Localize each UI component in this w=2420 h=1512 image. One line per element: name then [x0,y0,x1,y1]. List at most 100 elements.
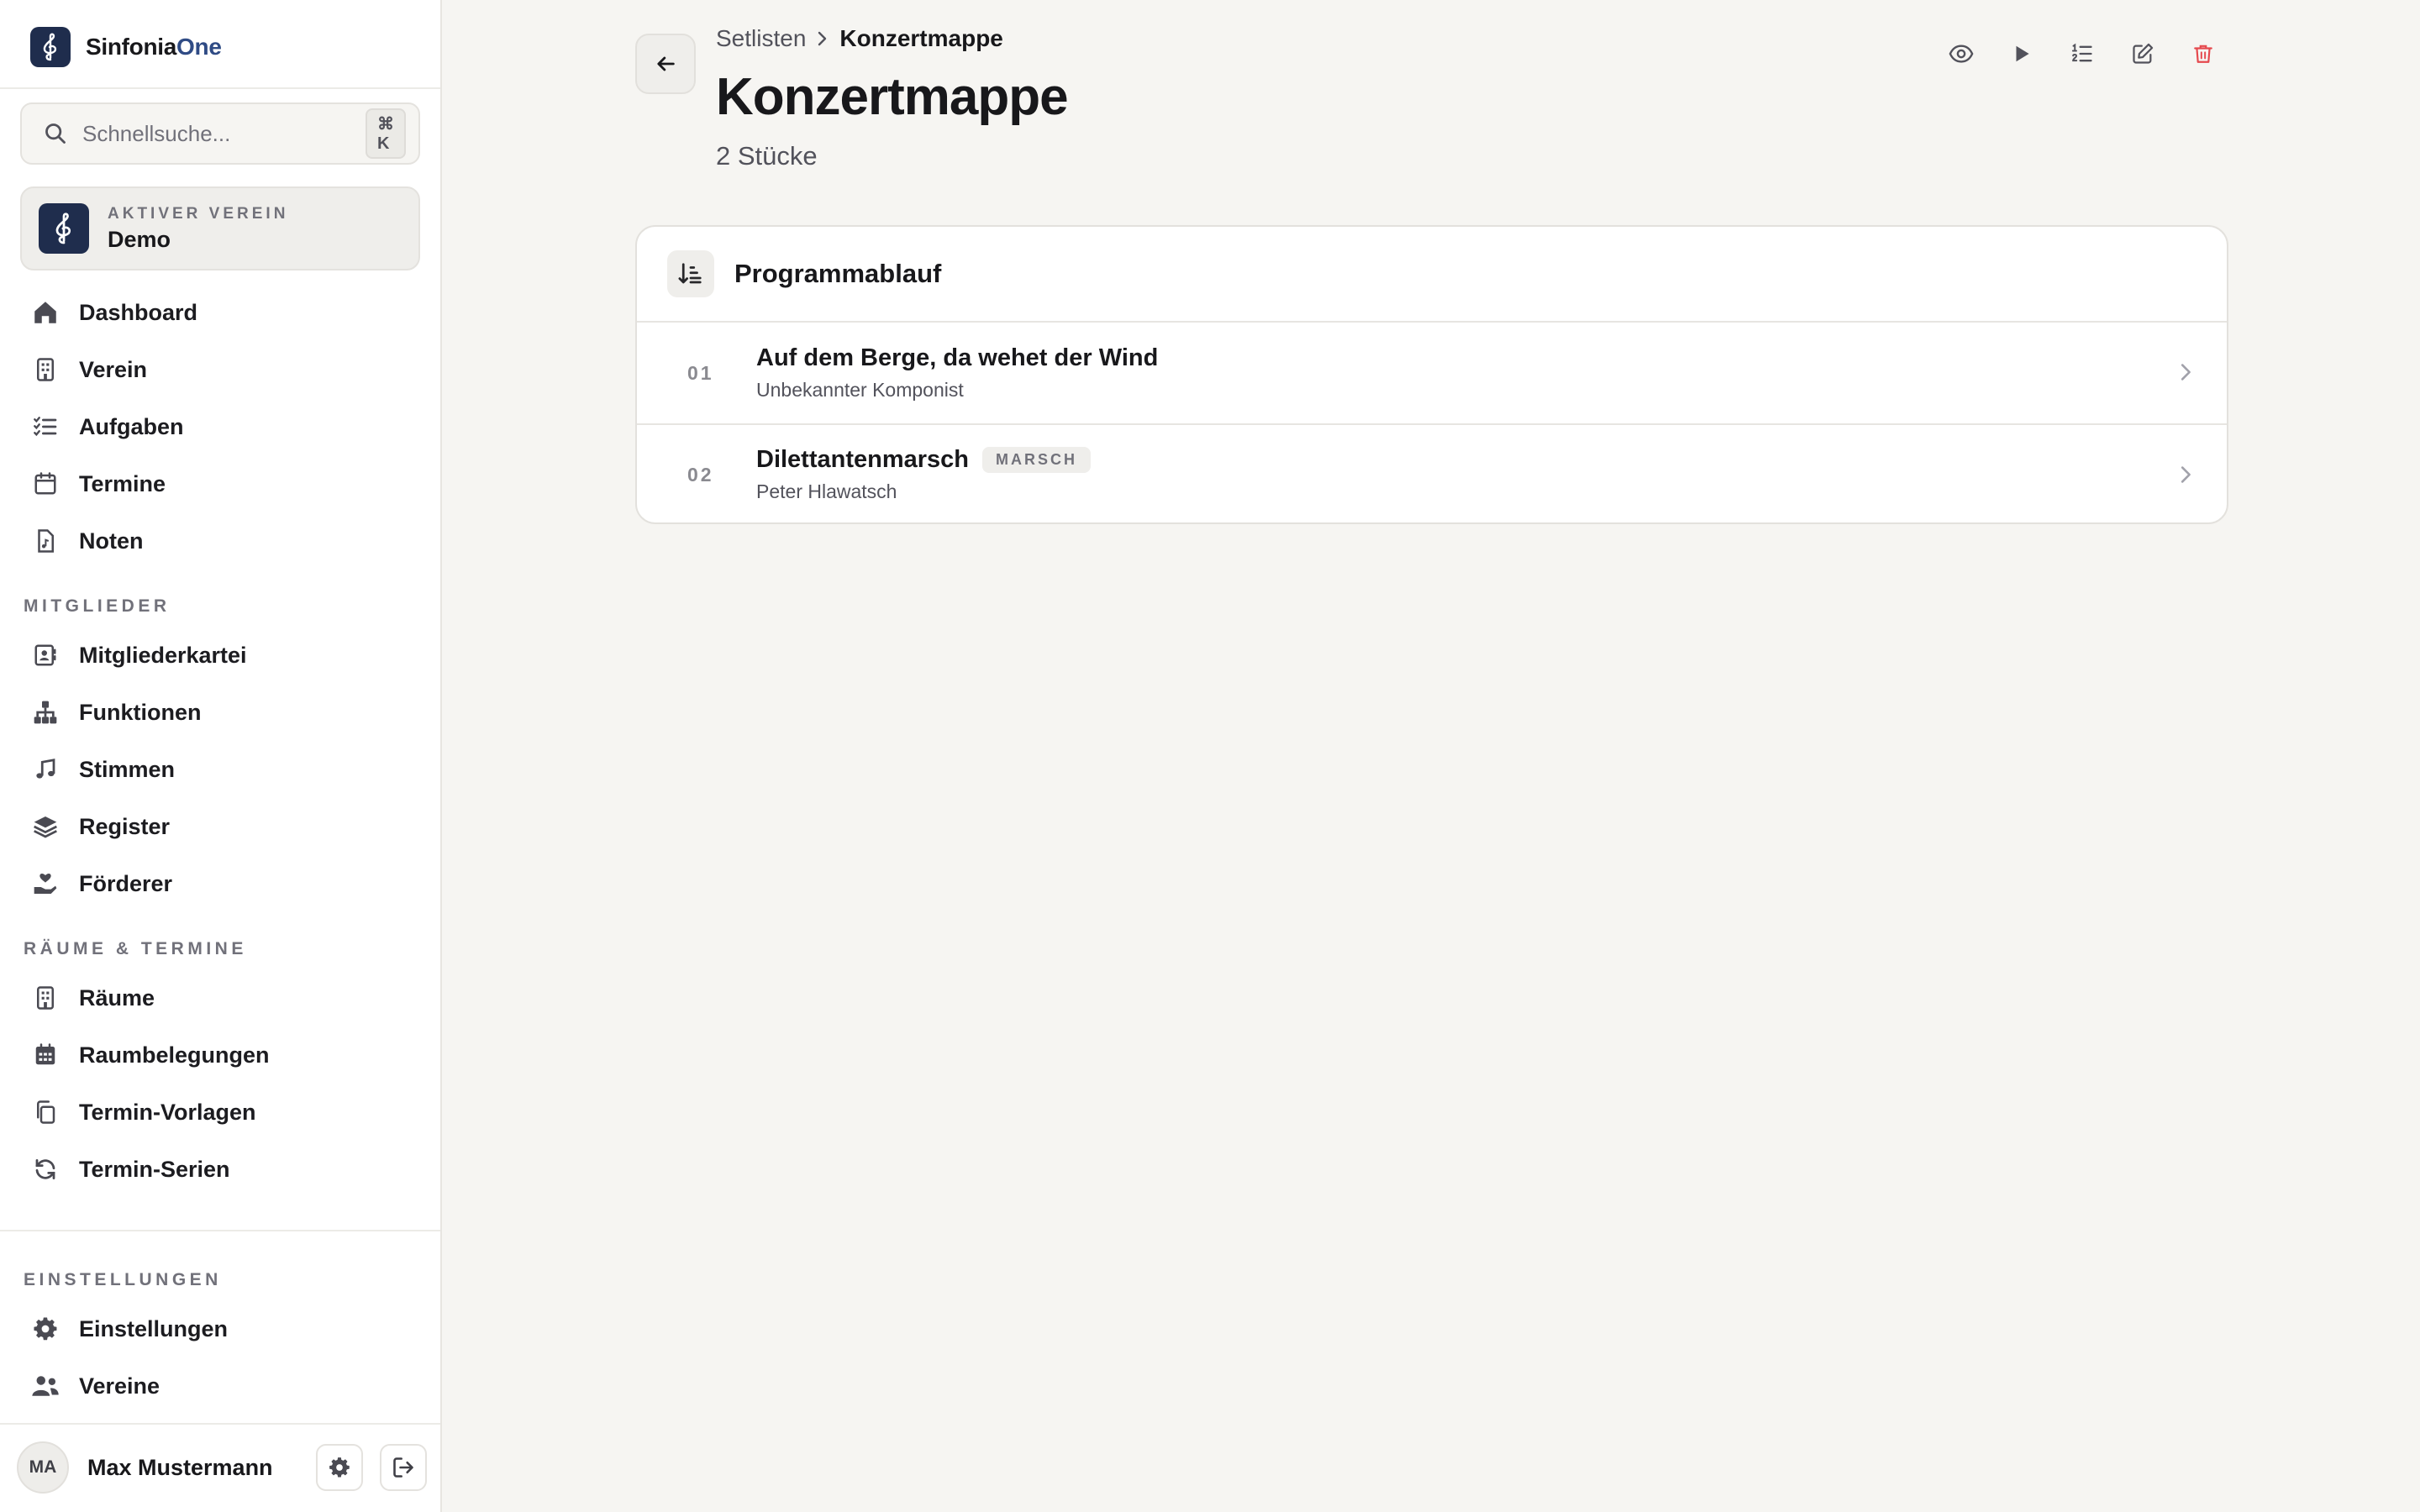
sidebar-item-raumbelegungen[interactable]: Raumbelegungen [30,1032,425,1079]
avatar[interactable]: MA [17,1441,69,1494]
brand[interactable]: SinfoniaOne [30,25,222,69]
piece-title: Dilettantenmarsch [756,446,970,473]
sidebar-item-foerderer[interactable]: Förderer [30,860,425,907]
active-club-switcher[interactable]: Aktiver Verein Demo [20,186,420,270]
brand-name: SinfoniaOne [86,34,222,60]
breadcrumb-link-setlisten[interactable]: Setlisten [716,25,806,52]
quick-search[interactable]: ⌘ K [20,102,420,165]
list-item[interactable]: 02 Dilettantenmarsch MARSCH Peter Hlawat… [637,423,2227,522]
section-label-settings: Einstellungen [24,1270,222,1289]
chevron-right-icon [2176,360,2196,385]
sidebar-item-label: Verein [79,356,148,382]
edit-button[interactable] [2121,37,2165,71]
sidebar-item-label: Mitgliederkartei [79,642,247,668]
numbered-list-icon [2070,42,2094,66]
chevron-right-icon [814,29,831,49]
sidebar-item-label: Termine [79,470,166,496]
hierarchy-icon [30,697,60,727]
hand-heart-icon [30,869,60,899]
sidebar: SinfoniaOne ⌘ K Aktiver Verein Demo Dash… [0,0,442,1512]
checklist-icon [30,412,60,442]
delete-button[interactable] [2181,37,2225,71]
sidebar-item-termine[interactable]: Termine [30,460,425,507]
brand-name-primary: Sinfonia [86,34,177,60]
building-icon [30,354,60,385]
sidebar-item-raeume[interactable]: Räume [30,974,425,1021]
club-kicker: Aktiver Verein [108,204,289,223]
sidebar-item-funktionen[interactable]: Funktionen [30,689,425,736]
sidebar-item-label: Dashboard [79,299,198,325]
piece-number: 01 [687,361,714,384]
genre-badge: MARSCH [982,447,1092,473]
chevron-right-icon [2176,462,2196,487]
sidebar-item-label: Förderer [79,870,173,896]
piece-title: Auf dem Berge, da wehet der Wind [756,344,1159,371]
preview-button[interactable] [1939,37,1983,71]
piece-count: 2 Stücke [716,141,818,171]
copy-icon [30,1097,60,1127]
piece-composer: Peter Hlawatsch [756,480,897,502]
list-item[interactable]: 01 Auf dem Berge, da wehet der Wind Unbe… [637,323,2227,423]
refresh-icon [30,1154,60,1184]
sheet-music-icon [30,526,60,556]
sidebar-item-mitgliederkartei[interactable]: Mitgliederkartei [30,632,425,679]
divider [0,1230,440,1231]
sidebar-item-label: Noten [79,528,144,554]
play-button[interactable] [2000,37,2044,71]
program-card-header: Programmablauf [637,227,2227,323]
arrow-left-icon [654,52,677,76]
eye-icon [1949,41,1974,66]
sidebar-item-termin-vorlagen[interactable]: Termin-Vorlagen [30,1089,425,1136]
sidebar-item-termin-serien[interactable]: Termin-Serien [30,1146,425,1193]
numbered-list-button[interactable] [2060,37,2104,71]
contact-card-icon [30,640,60,670]
sidebar-item-label: Funktionen [79,699,202,725]
toolbar [1939,37,2242,71]
logout-button[interactable] [380,1444,427,1491]
section-label-rooms: Räume & Termine [24,939,247,958]
search-icon [44,122,67,145]
back-button[interactable] [635,34,696,94]
sidebar-item-dashboard[interactable]: Dashboard [30,289,425,336]
sidebar-item-label: Raumbelegungen [79,1042,270,1068]
user-row: MA Max Mustermann [17,1441,427,1494]
sidebar-item-verein[interactable]: Verein [30,346,425,393]
sidebar-item-aufgaben[interactable]: Aufgaben [30,403,425,450]
sidebar-item-noten[interactable]: Noten [30,517,425,564]
divider [0,1423,440,1425]
program-card-title: Programmablauf [734,259,942,288]
sidebar-item-register[interactable]: Register [30,803,425,850]
sort-order-icon [667,250,714,297]
sidebar-item-stimmen[interactable]: Stimmen [30,746,425,793]
brand-name-accent: One [176,34,222,60]
section-label-members: Mitglieder [24,596,171,616]
sidebar-item-label: Stimmen [79,756,176,782]
sidebar-item-vereine[interactable]: Vereine [30,1362,425,1410]
trash-icon [2192,42,2214,66]
sidebar-item-label: Termin-Vorlagen [79,1099,256,1125]
sidebar-item-label: Räume [79,984,155,1011]
gear-icon [30,1314,60,1344]
play-icon [2011,43,2033,65]
sidebar-item-label: Register [79,813,171,839]
breadcrumb: Setlisten Konzertmappe [716,25,1003,52]
sidebar-item-label: Aufgaben [79,413,184,439]
calendar-grid-icon [30,1040,60,1070]
sidebar-item-einstellungen[interactable]: Einstellungen [30,1305,425,1352]
piece-composer: Unbekannter Komponist [756,379,964,401]
search-input[interactable] [81,119,366,148]
club-name: Demo [108,226,171,252]
user-settings-button[interactable] [316,1444,363,1491]
breadcrumb-current: Konzertmappe [839,25,1003,51]
calendar-icon [30,469,60,499]
sidebar-item-label: Einstellungen [79,1315,229,1341]
sidebar-item-label: Vereine [79,1373,160,1399]
user-name: Max Mustermann [87,1454,273,1480]
building-icon [30,983,60,1013]
piece-number: 02 [687,463,714,486]
club-logo-icon [39,203,89,254]
music-note-icon [30,754,60,785]
logout-icon [392,1456,415,1479]
users-icon [30,1371,60,1401]
page-title: Konzertmappe [716,68,1069,126]
